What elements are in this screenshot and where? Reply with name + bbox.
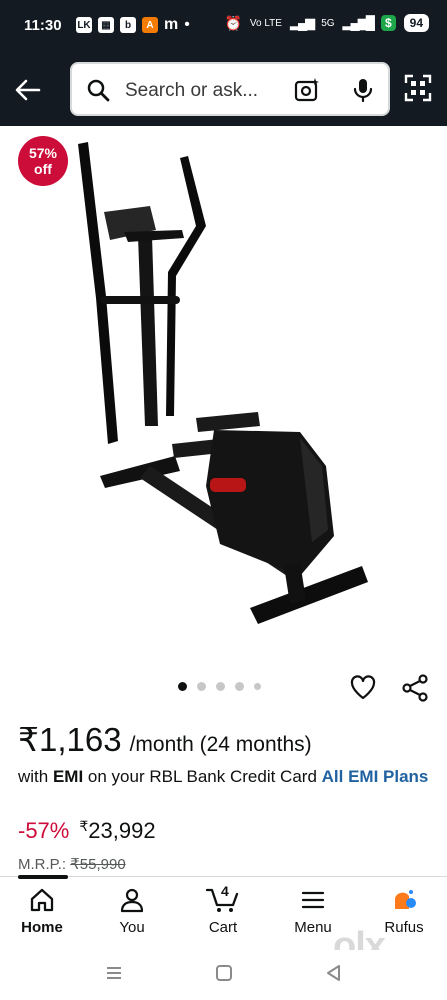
share-icon[interactable] — [401, 674, 429, 702]
carousel-dot[interactable] — [216, 682, 225, 691]
status-right: ⏰ Vo LTE ▂▄▆ 5G ▂▄▆█ $ 94 — [224, 14, 429, 32]
notification-icon: m — [164, 16, 179, 33]
product-image-area[interactable]: 57% off — [0, 126, 447, 666]
rufus-icon — [395, 890, 416, 909]
home-button-icon[interactable] — [214, 963, 234, 983]
notification-icon: b — [120, 17, 136, 33]
nav-home-label: Home — [21, 919, 63, 936]
deal-price-row: -57% ₹23,992 — [18, 818, 156, 844]
carousel-dot[interactable] — [178, 682, 187, 691]
all-emi-plans-link[interactable]: All EMI Plans — [322, 767, 429, 786]
home-icon — [30, 888, 54, 912]
emi-prefix: with — [18, 767, 53, 786]
deal-price: 23,992 — [88, 818, 156, 843]
system-navigation-bar — [0, 950, 447, 1000]
emi-bank-text: on your RBL Bank Credit Card — [83, 767, 322, 786]
discount-percent: -57% — [18, 818, 70, 843]
emi-bold: EMI — [52, 767, 84, 786]
status-time: 11:30 — [24, 17, 62, 34]
search-placeholder[interactable]: Search or ask... — [125, 80, 258, 102]
carousel-dot[interactable] — [254, 683, 261, 690]
signal-icon: ▂▄▆ — [289, 15, 315, 30]
mrp-row: M.R.P.: ₹55,990 — [18, 855, 126, 873]
carousel-dot[interactable] — [197, 682, 206, 691]
currency-symbol: ₹ — [79, 818, 89, 834]
carousel-dot[interactable] — [235, 682, 244, 691]
image-carousel-dots[interactable] — [178, 682, 261, 691]
nav-you[interactable]: You — [92, 887, 172, 936]
back-triangle-icon[interactable] — [324, 963, 344, 983]
more-dot-icon: • — [184, 16, 190, 33]
qr-scan-icon[interactable] — [404, 74, 432, 102]
dollar-app-icon: $ — [380, 15, 396, 31]
app-header: Search or ask... — [0, 54, 447, 126]
menu-icon — [301, 891, 325, 909]
elliptical-trainer-image[interactable] — [0, 126, 447, 666]
active-tab-indicator — [18, 875, 68, 879]
nav-cart-label: Cart — [208, 919, 238, 936]
network-label: Vo LTE — [249, 17, 282, 29]
monthly-price-value: ₹1,163 — [18, 721, 122, 758]
cart-count: 4 — [221, 883, 229, 899]
status-bar: 11:30 LK ▦ b A m • ⏰ Vo LTE ▂▄▆ 5G ▂▄▆█ … — [0, 0, 447, 54]
microphone-icon[interactable] — [352, 77, 374, 103]
monthly-price-period: /month (24 months) — [129, 733, 312, 756]
mrp-value: ₹55,990 — [70, 856, 126, 873]
camera-lens-icon[interactable] — [294, 77, 320, 103]
mrp-label: M.R.P.: — [18, 856, 71, 873]
back-arrow-icon[interactable] — [14, 76, 42, 104]
person-icon — [120, 888, 144, 913]
recents-icon[interactable] — [104, 963, 124, 983]
search-bar[interactable]: Search or ask... — [70, 62, 390, 116]
alarm-icon: ⏰ — [224, 14, 242, 31]
notification-icons: LK ▦ b A m • — [76, 16, 190, 34]
nav-home[interactable]: Home — [2, 887, 82, 936]
nav-cart[interactable]: 4 Cart — [183, 883, 263, 936]
signal-label: 5G — [321, 17, 335, 29]
notification-icon: ▦ — [98, 17, 114, 33]
search-icon — [87, 79, 110, 102]
signal-icon: ▂▄▆█ — [342, 15, 375, 30]
nav-you-label: You — [119, 919, 145, 936]
battery-indicator: 94 — [403, 14, 429, 32]
heart-icon[interactable] — [349, 674, 377, 702]
monthly-price: ₹1,163/month (24 months) — [18, 720, 312, 759]
emi-info: with EMI on your RBL Bank Credit Card Al… — [18, 764, 438, 789]
notification-icon: A — [142, 17, 158, 33]
notification-icon: LK — [76, 17, 92, 33]
